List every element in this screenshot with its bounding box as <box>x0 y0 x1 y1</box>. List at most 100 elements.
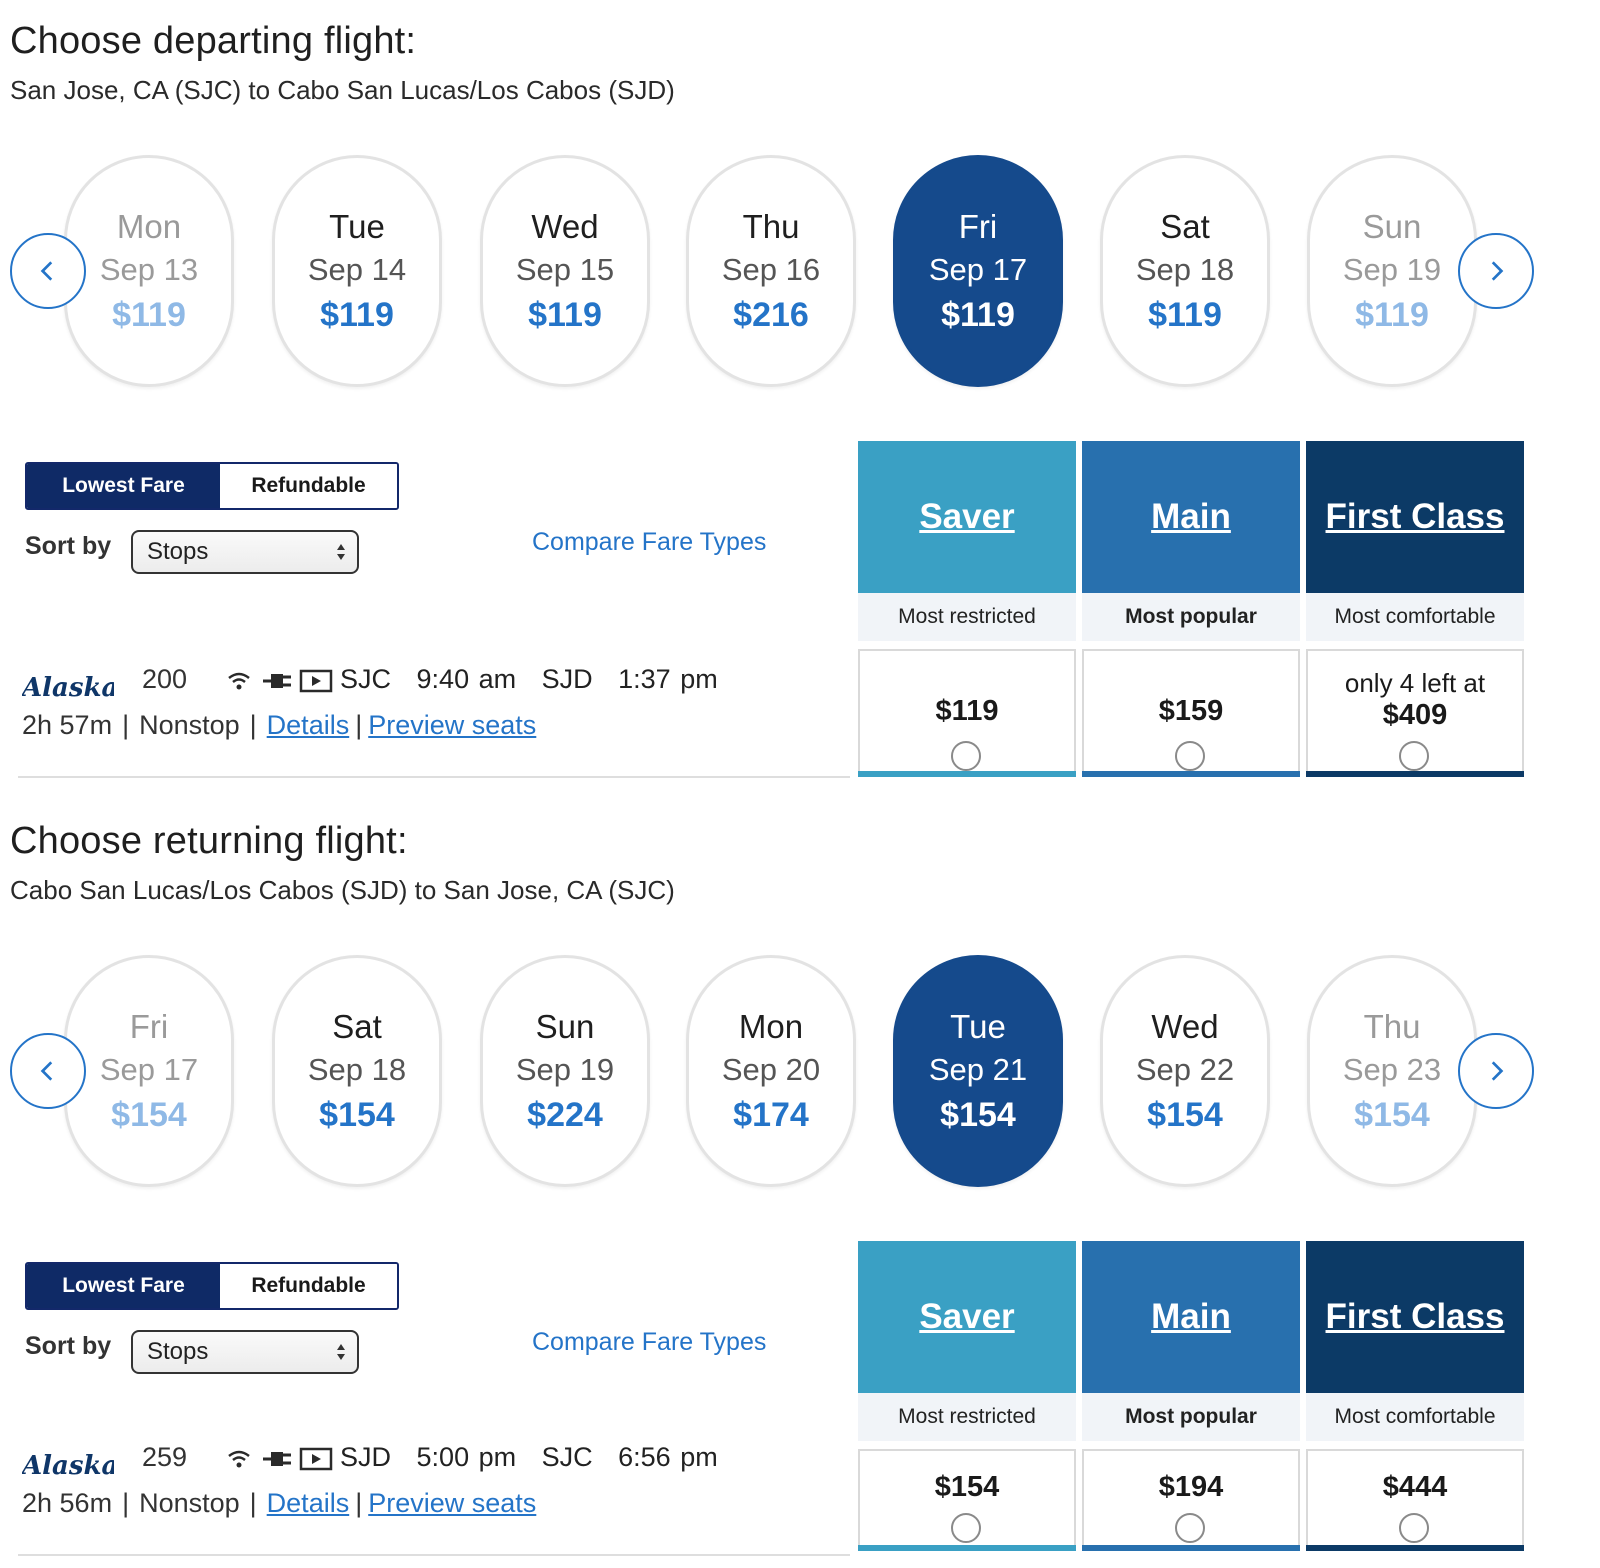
date-option[interactable]: Fri Sep 17 $154 <box>64 955 234 1187</box>
previous-dates-button[interactable] <box>10 1033 86 1109</box>
fare-title-saver[interactable]: Saver <box>919 1297 1014 1337</box>
date-price: $119 <box>941 296 1015 334</box>
date-option[interactable]: Thu Sep 23 $154 <box>1307 955 1477 1187</box>
fare-option-first[interactable]: $444 <box>1306 1449 1524 1551</box>
fare-title-saver[interactable]: Saver <box>919 497 1014 537</box>
flight-times: SJD 5:00 pm SJC 6:56 pm <box>340 1442 734 1473</box>
departing-heading: Choose departing flight: <box>10 20 417 62</box>
date-date: Sep 23 <box>1342 1052 1442 1087</box>
compare-fare-types-link[interactable]: Compare Fare Types <box>532 528 766 557</box>
fare-option-saver[interactable]: $154 <box>858 1449 1076 1551</box>
date-option[interactable]: Thu Sep 16 $216 <box>686 155 856 387</box>
date-date: Sep 22 <box>1135 1052 1235 1087</box>
amenities-icons <box>228 1447 333 1471</box>
fare-header-main: Main <box>1082 441 1300 593</box>
fare-price: $154 <box>934 1471 1000 1503</box>
fare-header-first: First Class <box>1306 1241 1524 1393</box>
fare-option-main[interactable]: $194 <box>1082 1449 1300 1551</box>
date-day-name: Sun <box>535 1008 595 1045</box>
fare-option-main[interactable]: $159 <box>1082 649 1300 777</box>
lowest-fare-tab[interactable]: Lowest Fare <box>27 1264 220 1308</box>
flight-duration: 2h 57m <box>22 710 113 740</box>
flight-number: 200 <box>142 664 188 694</box>
fare-desc-main: Most popular <box>1082 1393 1300 1441</box>
date-date: Sep 15 <box>515 252 615 287</box>
departure-time: 5:00 pm <box>416 1442 517 1472</box>
next-dates-button[interactable] <box>1458 1033 1534 1109</box>
date-date: Sep 17 <box>928 252 1028 287</box>
details-link[interactable]: Details <box>267 1488 350 1518</box>
date-option[interactable]: Sun Sep 19 $119 <box>1307 155 1477 387</box>
fare-radio[interactable] <box>951 1513 981 1543</box>
fare-header-saver: Saver <box>858 441 1076 593</box>
date-day-name: Tue <box>950 1008 1006 1045</box>
seats-left-note: only 4 left at <box>1344 668 1486 698</box>
fare-title-main[interactable]: Main <box>1151 497 1231 537</box>
fare-column-saver: Saver Most restricted $154 <box>858 1241 1076 1551</box>
fare-price-value: $409 <box>1382 699 1448 731</box>
fare-header-first: First Class <box>1306 441 1524 593</box>
fare-desc-first: Most comfortable <box>1306 1393 1524 1441</box>
date-day-name: Fri <box>958 208 998 245</box>
date-day-name: Fri <box>129 1008 169 1045</box>
preview-seats-link[interactable]: Preview seats <box>368 710 536 740</box>
date-option[interactable]: Wed Sep 15 $119 <box>480 155 650 387</box>
date-option[interactable]: Sat Sep 18 $154 <box>272 955 442 1187</box>
date-day-name: Mon <box>116 208 182 245</box>
select-updown-icon <box>337 544 345 560</box>
date-day-name: Thu <box>1363 1008 1421 1045</box>
date-option[interactable]: Sat Sep 18 $119 <box>1100 155 1270 387</box>
sort-select[interactable]: Stops <box>131 530 359 574</box>
date-option[interactable]: Mon Sep 20 $174 <box>686 955 856 1187</box>
fare-option-saver[interactable]: $119 <box>858 649 1076 777</box>
alaska-logo-text: Alaska <box>22 673 114 703</box>
sort-select[interactable]: Stops <box>131 1330 359 1374</box>
fare-title-first[interactable]: First Class <box>1326 1297 1505 1337</box>
flight-summary: 2h 56m | Nonstop | Details | Preview seats <box>22 1488 537 1518</box>
next-dates-button[interactable] <box>1458 233 1534 309</box>
date-option[interactable]: Sun Sep 19 $224 <box>480 955 650 1187</box>
fare-desc-first: Most comfortable <box>1306 593 1524 641</box>
date-date: Sep 20 <box>721 1052 821 1087</box>
compare-fare-types-link[interactable]: Compare Fare Types <box>532 1328 766 1357</box>
fare-radio[interactable] <box>951 741 981 771</box>
date-price: $119 <box>1355 296 1429 334</box>
fare-radio[interactable] <box>1399 1513 1429 1543</box>
returning-date-carousel: Fri Sep 17 $154 Sat Sep 18 $154 Sun Sep … <box>0 955 1600 1190</box>
returning-heading: Choose returning flight: <box>10 820 408 862</box>
date-day-name: Tue <box>329 208 385 245</box>
origin-code: SJD <box>340 1442 392 1472</box>
flight-duration: 2h 56m <box>22 1488 113 1518</box>
refundable-tab[interactable]: Refundable <box>220 1264 397 1308</box>
date-option[interactable]: Mon Sep 13 $119 <box>64 155 234 387</box>
fare-underline <box>1306 771 1524 777</box>
fare-radio[interactable] <box>1399 741 1429 771</box>
fare-column-first: First Class Most comfortable only 4 left… <box>1306 441 1524 777</box>
chevron-left-icon <box>40 261 53 281</box>
details-link[interactable]: Details <box>267 710 350 740</box>
fare-radio[interactable] <box>1175 741 1205 771</box>
date-price: $119 <box>112 296 186 334</box>
date-option[interactable]: Tue Sep 14 $119 <box>272 155 442 387</box>
fare-title-main[interactable]: Main <box>1151 1297 1231 1337</box>
date-price: $154 <box>111 1096 187 1134</box>
date-price: $154 <box>940 1096 1016 1134</box>
previous-dates-button[interactable] <box>10 233 86 309</box>
preview-seats-link[interactable]: Preview seats <box>368 1488 536 1518</box>
departing-date-carousel: Mon Sep 13 $119 Tue Sep 14 $119 Wed Sep … <box>0 155 1600 390</box>
fare-title-first[interactable]: First Class <box>1326 497 1505 537</box>
date-option[interactable]: Wed Sep 22 $154 <box>1100 955 1270 1187</box>
select-updown-icon <box>337 1344 345 1360</box>
fare-radio[interactable] <box>1175 1513 1205 1543</box>
date-date: Sep 18 <box>1135 252 1235 287</box>
date-price: $216 <box>733 296 809 334</box>
row-divider <box>18 1554 850 1556</box>
date-price: $154 <box>319 1096 395 1134</box>
fare-option-first[interactable]: only 4 left at $409 <box>1306 649 1524 777</box>
lowest-fare-tab[interactable]: Lowest Fare <box>27 464 220 508</box>
wifi-icon <box>228 1450 250 1468</box>
refundable-tab[interactable]: Refundable <box>220 464 397 508</box>
date-date: Sep 13 <box>99 252 199 287</box>
date-option-selected[interactable]: Fri Sep 17 $119 <box>893 155 1063 387</box>
date-option-selected[interactable]: Tue Sep 21 $154 <box>893 955 1063 1187</box>
